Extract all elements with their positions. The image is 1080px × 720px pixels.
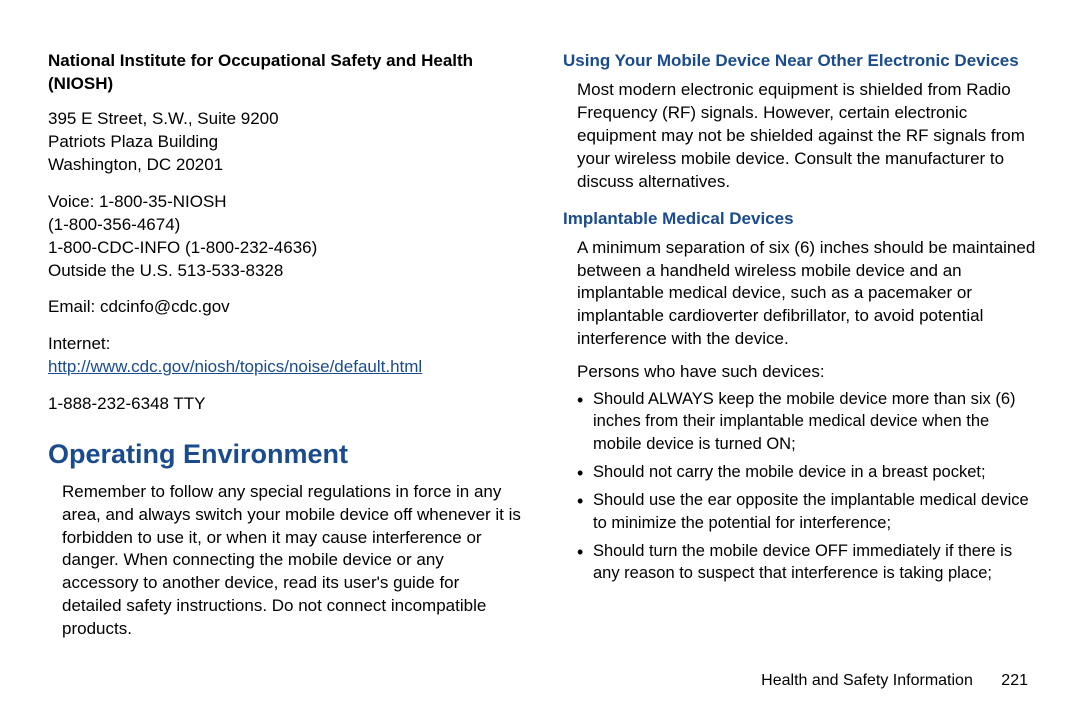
subsection-heading-implantable: Implantable Medical Devices	[563, 208, 1038, 231]
phone-line: Outside the U.S. 513-533-8328	[48, 260, 523, 283]
section-heading-operating-environment: Operating Environment	[48, 436, 523, 472]
page-footer: Health and Safety Information 221	[48, 672, 1038, 690]
page-columns: National Institute for Occupational Safe…	[48, 50, 1038, 664]
right-column: Using Your Mobile Device Near Other Elec…	[563, 50, 1038, 664]
subsection-heading-electronic-devices: Using Your Mobile Device Near Other Elec…	[563, 50, 1038, 73]
list-item: Should ALWAYS keep the mobile device mor…	[577, 388, 1038, 455]
bullet-list: Should ALWAYS keep the mobile device mor…	[577, 388, 1038, 584]
address-line: 395 E Street, S.W., Suite 9200	[48, 108, 523, 131]
list-item: Should turn the mobile device OFF immedi…	[577, 540, 1038, 585]
address-line: Patriots Plaza Building	[48, 131, 523, 154]
internet-label: Internet:	[48, 333, 523, 356]
email-block: Email: cdcinfo@cdc.gov	[48, 296, 523, 319]
subsection-body: A minimum separation of six (6) inches s…	[577, 237, 1038, 352]
address-line: Washington, DC 20201	[48, 154, 523, 177]
phone-line: (1-800-356-4674)	[48, 214, 523, 237]
footer-label: Health and Safety Information	[761, 672, 973, 689]
internet-link[interactable]: http://www.cdc.gov/niosh/topics/noise/de…	[48, 357, 422, 376]
email-line: Email: cdcinfo@cdc.gov	[48, 296, 523, 319]
internet-block: Internet: http://www.cdc.gov/niosh/topic…	[48, 333, 523, 379]
address-block: 395 E Street, S.W., Suite 9200 Patriots …	[48, 108, 523, 177]
page-number: 221	[1001, 672, 1028, 689]
organization-name: National Institute for Occupational Safe…	[48, 50, 523, 96]
section-body: Remember to follow any special regulatio…	[62, 481, 523, 642]
bullet-lead: Persons who have such devices:	[577, 361, 1038, 384]
phone-block: Voice: 1-800-35-NIOSH (1-800-356-4674) 1…	[48, 191, 523, 283]
tty-line: 1-888-232-6348 TTY	[48, 393, 523, 416]
left-column: National Institute for Occupational Safe…	[48, 50, 523, 664]
subsection-body: Most modern electronic equipment is shie…	[577, 79, 1038, 194]
list-item: Should not carry the mobile device in a …	[577, 461, 1038, 483]
phone-line: 1-800-CDC-INFO (1-800-232-4636)	[48, 237, 523, 260]
phone-line: Voice: 1-800-35-NIOSH	[48, 191, 523, 214]
list-item: Should use the ear opposite the implanta…	[577, 489, 1038, 534]
